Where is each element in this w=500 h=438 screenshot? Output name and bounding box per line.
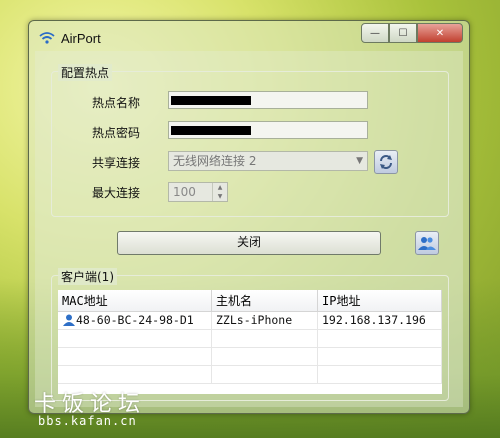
close-window-button[interactable]: ✕ [417, 23, 463, 43]
refresh-button[interactable] [374, 150, 398, 174]
window-client: 配置热点 热点名称 热点密码 共享连接 无线网络连接 2 ▼ 最大连接 100 … [35, 51, 463, 407]
password-label: 热点密码 [92, 126, 141, 140]
mac-value: 48-60-BC-24-98-D1 [76, 313, 194, 327]
table-header: MAC地址 主机名 IP地址 [58, 290, 442, 312]
ip-cell: 192.168.137.196 [318, 312, 442, 329]
clients-group-label: 客户端(1) [58, 268, 117, 285]
redaction-bar [171, 96, 251, 105]
share-connection-value: 无线网络连接 2 [173, 154, 257, 168]
clients-group: 客户端(1) MAC地址 主机名 IP地址 48-60-BC-24-98-D1 … [51, 268, 449, 401]
max-connections-label: 最大连接 [92, 186, 141, 200]
wifi-icon [39, 32, 55, 44]
password-input[interactable] [168, 121, 368, 139]
share-connection-select[interactable]: 无线网络连接 2 ▼ [168, 151, 368, 171]
empty-cell [318, 366, 442, 383]
window-title: AirPort [61, 31, 101, 46]
empty-row [58, 348, 442, 366]
empty-cell [58, 366, 212, 383]
ssid-label: 热点名称 [92, 96, 141, 110]
caption-buttons: — ☐ ✕ [361, 23, 463, 43]
empty-cell [58, 348, 212, 365]
column-header-ip[interactable]: IP地址 [318, 290, 442, 312]
minimize-icon: — [370, 27, 380, 39]
empty-cell [212, 366, 318, 383]
users-icon [418, 237, 436, 250]
empty-cell [212, 330, 318, 347]
users-button[interactable] [415, 231, 439, 255]
mac-cell: 48-60-BC-24-98-D1 [58, 312, 212, 329]
empty-cell [212, 348, 318, 365]
column-header-host[interactable]: 主机名 [212, 290, 318, 312]
max-connections-spinner[interactable]: 100 ▲ ▼ [168, 182, 228, 202]
max-connections-value: 100 [173, 185, 196, 199]
user-icon [63, 314, 75, 326]
ssid-input[interactable] [168, 91, 368, 109]
column-header-mac[interactable]: MAC地址 [58, 290, 212, 312]
empty-row [58, 330, 442, 348]
clients-table[interactable]: MAC地址 主机名 IP地址 48-60-BC-24-98-D1 ZZLs-iP… [58, 290, 442, 394]
share-label: 共享连接 [92, 156, 141, 170]
empty-cell [58, 330, 212, 347]
close-button[interactable]: 关闭 [117, 231, 381, 255]
host-cell: ZZLs-iPhone [212, 312, 318, 329]
airport-window: AirPort — ☐ ✕ 配置热点 热点名称 热点密码 共享连接 无线网络连接… [28, 20, 470, 414]
maximize-icon: ☐ [398, 27, 408, 39]
maximize-button[interactable]: ☐ [389, 23, 417, 43]
title-bar[interactable]: AirPort — ☐ ✕ [29, 21, 469, 51]
spin-down-icon[interactable]: ▼ [212, 192, 227, 201]
spin-up-icon[interactable]: ▲ [212, 183, 227, 192]
empty-cell [318, 330, 442, 347]
chevron-down-icon: ▼ [356, 156, 363, 166]
empty-row [58, 366, 442, 384]
config-group: 配置热点 热点名称 热点密码 共享连接 无线网络连接 2 ▼ 最大连接 100 … [51, 64, 449, 217]
minimize-button[interactable]: — [361, 23, 389, 43]
refresh-icon [380, 155, 392, 169]
redaction-bar [171, 126, 251, 135]
empty-cell [318, 348, 442, 365]
watermark-url: bbs.kafan.cn [38, 414, 137, 428]
close-icon: ✕ [435, 27, 445, 39]
table-row[interactable]: 48-60-BC-24-98-D1 ZZLs-iPhone 192.168.13… [58, 312, 442, 330]
config-group-label: 配置热点 [58, 64, 113, 81]
